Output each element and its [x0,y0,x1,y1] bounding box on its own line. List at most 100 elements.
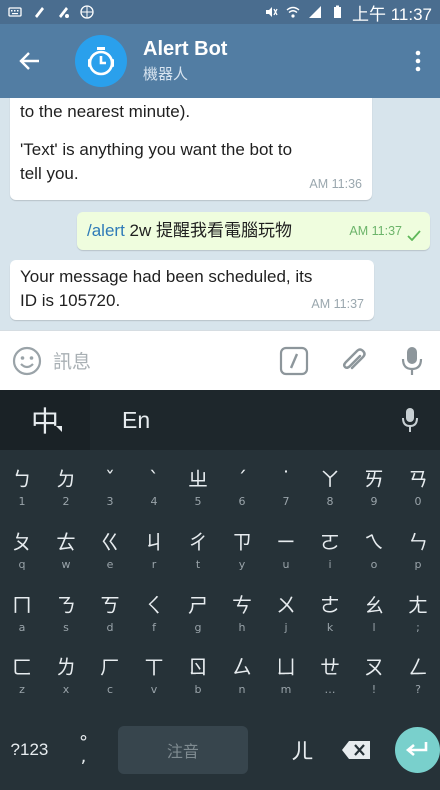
keyboard-key[interactable]: ㄟo [352,521,396,581]
message-bubble-incoming[interactable]: to the nearest minute). 'Text' is anythi… [10,98,372,200]
symbols-key[interactable]: ?123 [0,740,59,760]
key-main-label: ˊ [237,467,247,491]
keyboard-row-2: ㄆqㄊwㄍeㄐrㄔtㄗyㄧuㄛiㄟoㄣp [0,521,440,581]
key-sub-label: v [150,683,158,696]
chat-title[interactable]: Alert Bot [143,38,227,61]
key-main-label: ㄏ [100,655,120,679]
key-main-label: ㄘ [232,593,252,617]
keyboard-key[interactable]: ㄌx [44,646,88,706]
keyboard-key[interactable]: ㄤ; [396,584,440,644]
bot-avatar[interactable] [75,35,127,87]
keyboard-row-3: ㄇ a ㄋ s ㄎ d ㄑ f ㄕ g ㄘ h ㄨ j ㄜ k ㄠ l ㄤ; [0,584,440,644]
keyboard-key[interactable]: ˊ6 [220,458,264,518]
bot-commands-button[interactable] [276,343,312,379]
key-main-label: ㄖ [188,655,208,679]
keyboard-key[interactable]: ㄓ5 [176,458,220,518]
keyboard-key[interactable]: ㄠl [352,584,396,644]
more-menu-button[interactable] [396,24,440,98]
keyboard-key[interactable]: ㄝ… [308,646,352,706]
keyboard-key[interactable]: ㄇa [0,584,44,644]
keyboard-key[interactable]: ㄋs [44,584,88,644]
keyboard-key[interactable]: ㄉ2 [44,458,88,518]
mute-icon [265,7,278,17]
key-sub-label: … [324,683,336,696]
key-main-label: ㄔ [188,530,208,554]
keyboard-key[interactable]: ㄩm [264,646,308,706]
keyboard-key[interactable]: ˇ3 [88,458,132,518]
keyboard-toolbar: 中 En [0,390,440,450]
keyboard-key[interactable]: ㄞ9 [352,458,396,518]
keyboard-key[interactable]: ㄐr [132,521,176,581]
degree-comma-key[interactable]: ° , [59,734,108,767]
space-key[interactable]: 注音 [118,726,248,774]
keyboard-key[interactable]: ㄅ1 [0,458,44,518]
language-switch-key[interactable]: 中 [0,390,90,450]
keyboard-key[interactable]: ㄨj [264,584,308,644]
bot-command-link[interactable]: /alert [87,221,125,240]
message-composer: 訊息 [0,330,440,390]
message-text: 2w 提醒我看電腦玩物 [124,221,292,240]
keyboard-key[interactable]: ㄛi [308,521,352,581]
keyboard-key[interactable]: ㄘh [220,584,264,644]
keyboard-key[interactable]: ㄕg [176,584,220,644]
keyboard-key[interactable]: ㄔt [176,521,220,581]
key-sub-label: u [282,558,290,571]
back-button[interactable] [0,24,60,98]
basketball-icon [80,5,94,19]
keyboard-key[interactable]: ㄙn [220,646,264,706]
key-sub-label: d [106,621,114,634]
voice-input-key[interactable] [380,390,440,450]
key-sub-label: 6 [238,495,246,508]
key-main-label: ㄓ [188,467,208,491]
key-sub-label: s [63,621,69,634]
chat-area[interactable]: to the nearest minute). 'Text' is anythi… [0,98,440,330]
er-key[interactable]: ㄦ [273,734,332,766]
keyboard-key[interactable]: ㄥ? [396,646,440,706]
key-sub-label: k [326,621,334,634]
emoji-button[interactable] [9,343,45,379]
message-text: Your message had been scheduled, its [20,267,313,286]
key-sub-label: i [328,558,332,571]
message-bubble-outgoing[interactable]: /alert 2w 提醒我看電腦玩物 AM 11:37 [77,212,430,250]
keyboard-key[interactable]: ㄍe [88,521,132,581]
attach-button[interactable] [336,343,372,379]
key-main-label: ㄚ [320,467,340,491]
status-bar: 上午 11:37 [0,0,440,24]
keyboard-row-1: ㄅ 1 ㄉ 2 ˇ 3 ˋ 4 ㄓ 5 ˊ 6 ˙ 7 ㄚ 8 ㄞ 9 ㄢ 0 [0,458,440,518]
key-main-label: ㄒ [144,655,164,679]
keyboard-key[interactable]: ˙ 7 [264,458,308,518]
message-input[interactable]: 訊息 [53,347,276,374]
message-bubble-incoming[interactable]: Your message had been scheduled, its ID … [10,260,374,320]
keyboard-bottom-row: ?123 ° , 注音 ㄦ [0,710,440,790]
keyboard-key[interactable]: ㄡ! [352,646,396,706]
enter-key[interactable] [394,727,440,773]
keyboard-key[interactable]: ㄖb [176,646,220,706]
key-main-label: ˙ [281,467,291,491]
english-mode-key[interactable]: En [122,390,150,450]
keyboard-key[interactable]: ㄧu [264,521,308,581]
voice-record-button[interactable] [394,343,430,379]
key-sub-label: r [151,558,157,571]
keyboard-key[interactable]: ㄜk [308,584,352,644]
keyboard-key[interactable]: ㄣp [396,521,440,581]
keyboard-key[interactable]: ㄊw [44,521,88,581]
keyboard-key[interactable]: ㄆq [0,521,44,581]
keyboard-key[interactable]: ㄢ0 [396,458,440,518]
key-sub-label: a [18,621,26,634]
keyboard-key[interactable]: ˋ4 [132,458,176,518]
backspace-key[interactable] [332,740,381,760]
key-main-label: ㄣ [408,530,428,554]
key-sub-label: ? [415,683,421,696]
key-main-label: ㄩ [276,655,296,679]
keyboard-key[interactable]: ㄈz [0,646,44,706]
keyboard-key[interactable]: ㄏc [88,646,132,706]
keyboard-key[interactable]: ㄗy [220,521,264,581]
comma-label: , [80,746,87,767]
key-sub-label: ; [416,621,420,634]
keyboard-key[interactable]: ㄒv [132,646,176,706]
pen-notification-icon [59,7,69,18]
keyboard-key[interactable]: ㄎd [88,584,132,644]
keyboard-key[interactable]: ㄚ8 [308,458,352,518]
dropdown-triangle-icon [56,426,62,432]
keyboard-key[interactable]: ㄑf [132,584,176,644]
